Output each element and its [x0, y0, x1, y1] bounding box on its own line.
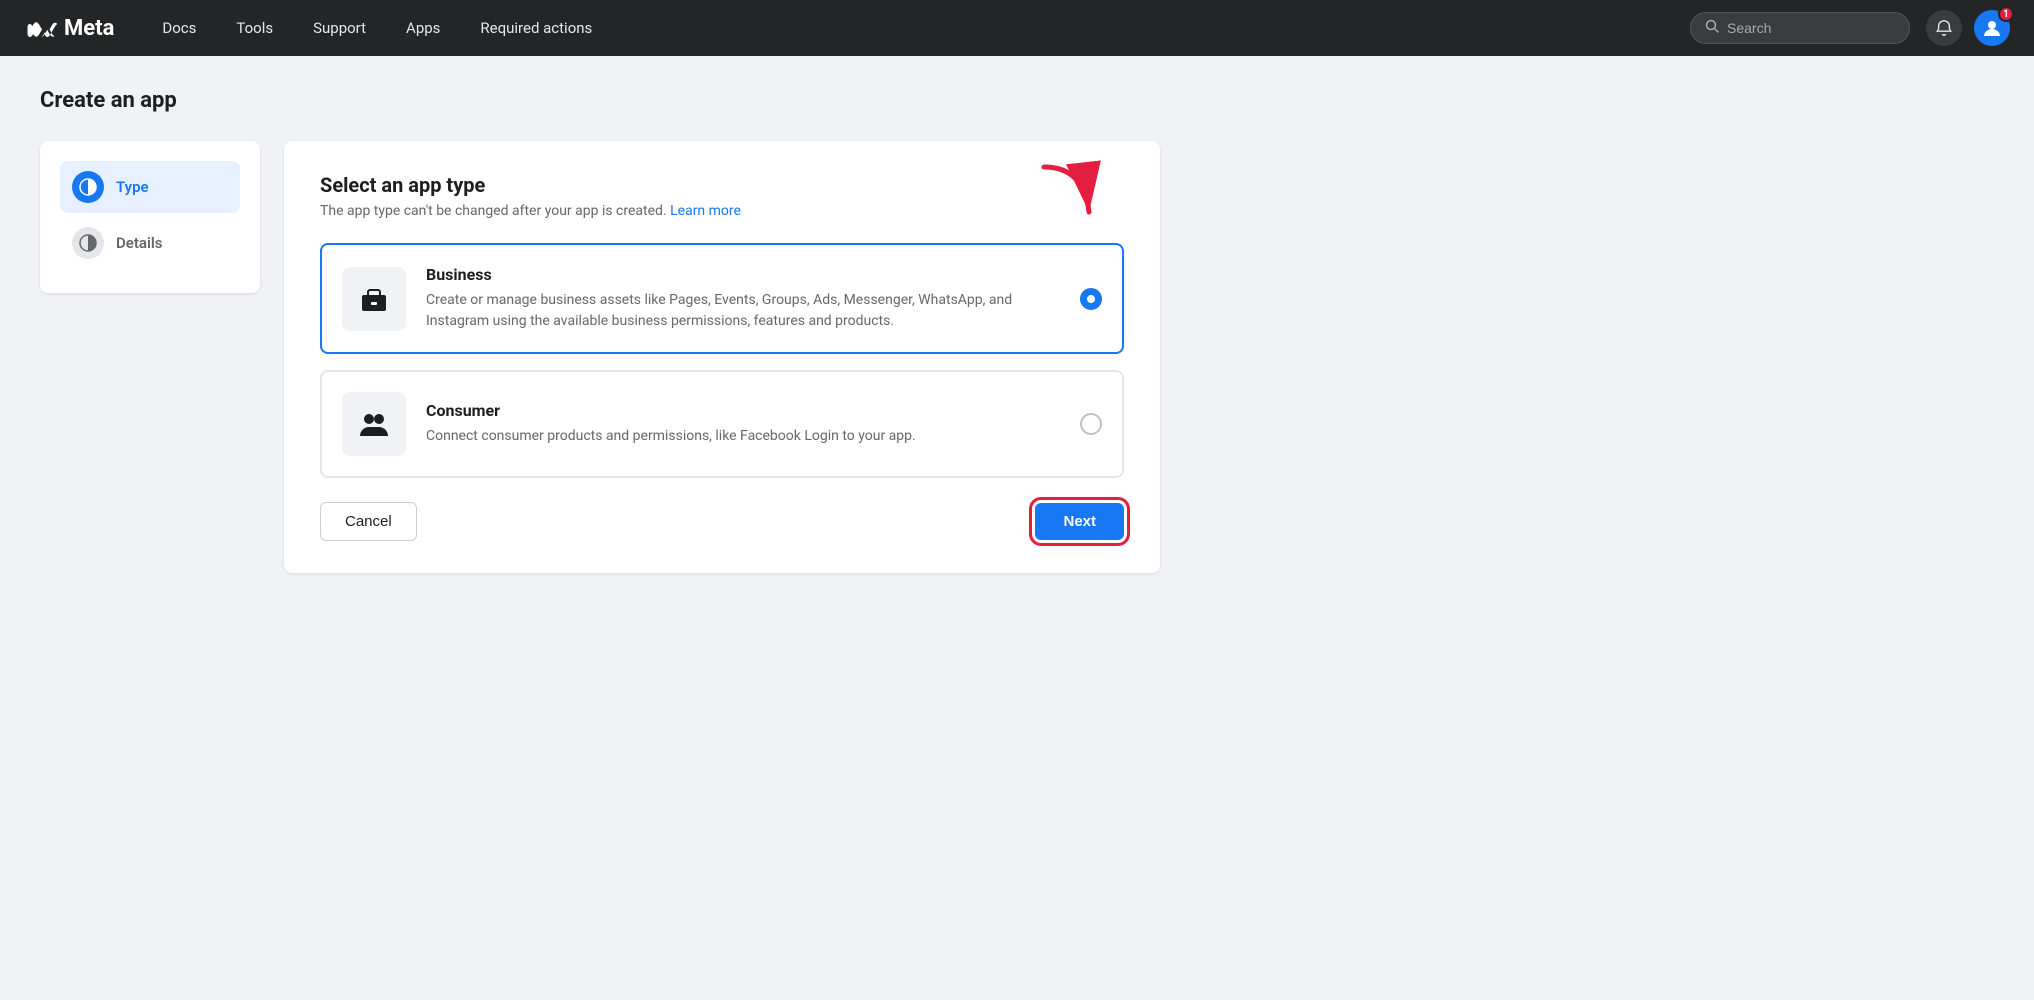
- navbar-right: 1: [1926, 10, 2010, 46]
- consumer-radio[interactable]: [1080, 413, 1102, 435]
- page-title: Create an app: [40, 88, 1160, 113]
- app-type-consumer[interactable]: Consumer Connect consumer products and p…: [320, 370, 1124, 478]
- meta-logo[interactable]: Meta: [24, 16, 114, 41]
- next-button[interactable]: Next: [1035, 503, 1124, 540]
- step-details-icon: [72, 227, 104, 259]
- nav-links: Docs Tools Support Apps Required actions: [146, 11, 1690, 45]
- nav-apps[interactable]: Apps: [390, 11, 456, 45]
- business-radio-dot: [1087, 295, 1095, 303]
- business-desc: Create or manage business assets like Pa…: [426, 290, 1064, 332]
- search-container: [1690, 12, 1910, 44]
- business-text: Business Create or manage business asset…: [426, 265, 1064, 332]
- create-app-layout: Type Details: [40, 141, 1160, 573]
- nav-docs[interactable]: Docs: [146, 11, 212, 45]
- business-radio-circle: [1080, 288, 1102, 310]
- card-actions: Cancel Next: [320, 502, 1124, 541]
- consumer-desc: Connect consumer products and permission…: [426, 426, 1064, 447]
- nav-support[interactable]: Support: [297, 11, 382, 45]
- step-type[interactable]: Type: [60, 161, 240, 213]
- search-icon: [1705, 19, 1719, 37]
- learn-more-link[interactable]: Learn more: [670, 203, 741, 219]
- step-details[interactable]: Details: [60, 217, 240, 269]
- app-type-business[interactable]: Business Create or manage business asset…: [320, 243, 1124, 354]
- red-arrow-indicator: [1024, 157, 1104, 241]
- consumer-name: Consumer: [426, 401, 1064, 420]
- step-type-label: Type: [116, 178, 149, 196]
- search-box: [1690, 12, 1910, 44]
- avatar-badge: 1: [1998, 6, 2014, 22]
- app-type-card: Select an app type The app type can't be…: [284, 141, 1160, 573]
- navbar: Meta Docs Tools Support Apps Required ac…: [0, 0, 2034, 56]
- step-type-icon: [72, 171, 104, 203]
- search-input[interactable]: [1727, 20, 1895, 36]
- main-content: Create an app Type: [0, 56, 1200, 605]
- user-avatar-wrap[interactable]: 1: [1974, 10, 2010, 46]
- consumer-icon-wrap: [342, 392, 406, 456]
- nav-required-actions[interactable]: Required actions: [464, 11, 608, 45]
- step-details-label: Details: [116, 234, 162, 252]
- business-radio[interactable]: [1080, 288, 1102, 310]
- card-title: Select an app type: [320, 173, 1124, 197]
- steps-sidebar: Type Details: [40, 141, 260, 293]
- cancel-button[interactable]: Cancel: [320, 502, 417, 541]
- notifications-button[interactable]: [1926, 10, 1962, 46]
- business-name: Business: [426, 265, 1064, 284]
- consumer-radio-circle: [1080, 413, 1102, 435]
- nav-tools[interactable]: Tools: [220, 11, 289, 45]
- card-subtitle: The app type can't be changed after your…: [320, 203, 1124, 219]
- business-icon-wrap: [342, 267, 406, 331]
- consumer-text: Consumer Connect consumer products and p…: [426, 401, 1064, 447]
